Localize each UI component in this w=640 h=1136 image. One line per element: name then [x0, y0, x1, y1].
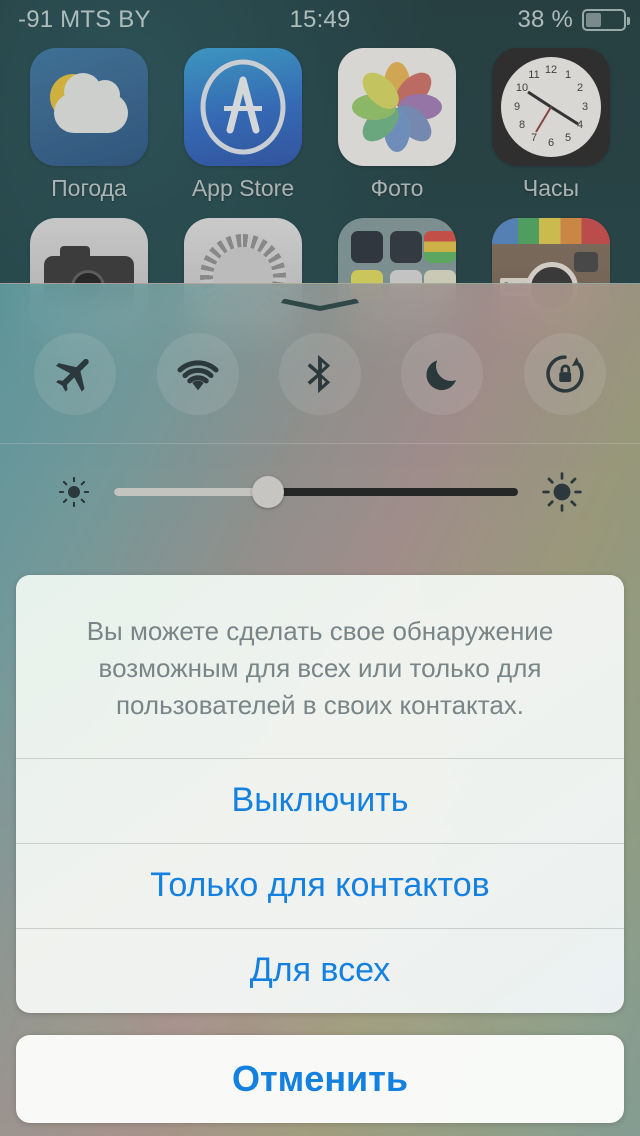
battery-icon [582, 9, 630, 31]
battery-percent-label: 38 % [517, 6, 573, 33]
airdrop-option-everyone[interactable]: Для всех [16, 927, 624, 1013]
status-bar-right: 38 % [517, 6, 630, 34]
airdrop-action-sheet: Вы можете сделать свое обнаружение возмо… [16, 575, 624, 1013]
status-bar: -91 MTS BY 15:49 38 % [0, 0, 640, 40]
airdrop-option-off[interactable]: Выключить [16, 757, 624, 843]
cancel-button[interactable]: Отменить [16, 1035, 624, 1123]
iphone-screen: -91 MTS BY 15:49 38 % Погода App Store Ф… [0, 0, 640, 1136]
action-sheet-message: Вы можете сделать свое обнаружение возмо… [86, 616, 554, 720]
airdrop-option-contacts-only[interactable]: Только для контактов [16, 842, 624, 928]
